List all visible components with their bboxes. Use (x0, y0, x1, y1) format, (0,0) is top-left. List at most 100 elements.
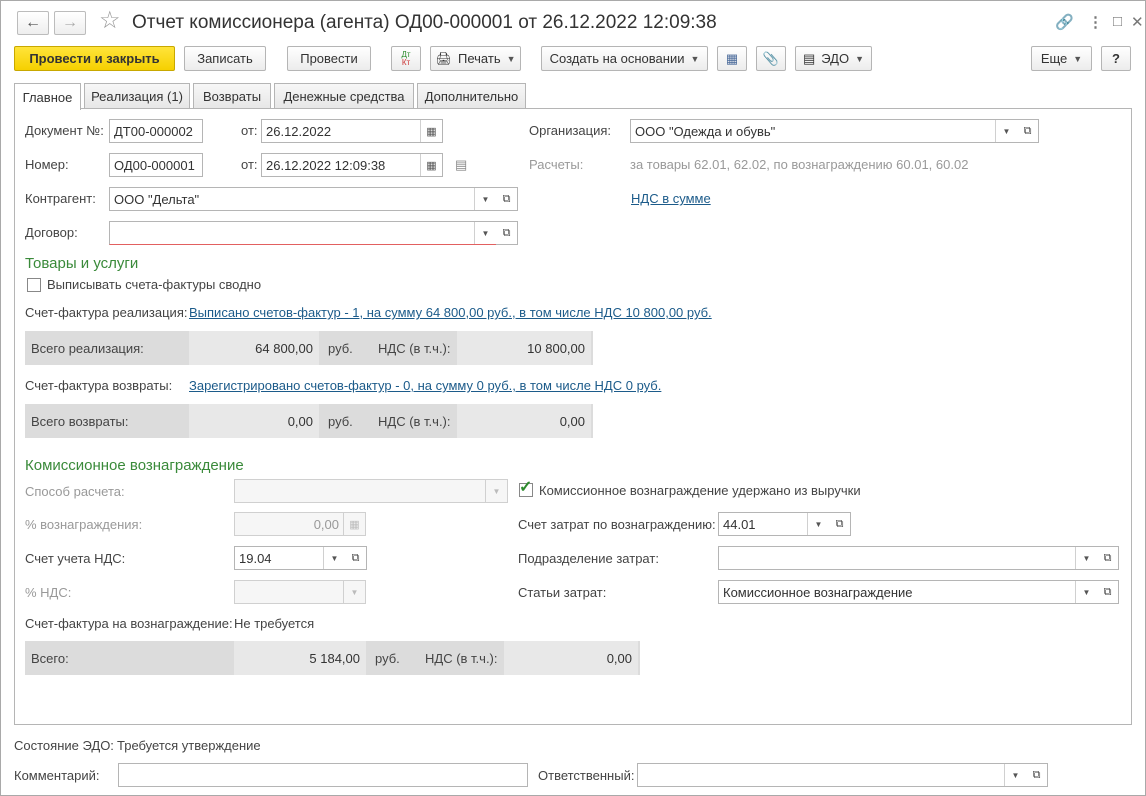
calendar-icon[interactable]: ▦ (420, 154, 442, 176)
post-and-close-button[interactable]: Провести и закрыть (14, 46, 175, 71)
tab-main[interactable]: Главное (14, 83, 81, 110)
checkmark-icon: ✓ (519, 479, 533, 496)
summary-invoice-label: Выписывать счета-фактуры сводно (47, 277, 262, 292)
commission-vat-value: 0,00 (504, 641, 638, 675)
number-date-value: 26.12.2022 12:09:38 (266, 158, 386, 173)
number-field[interactable]: ОД00-000001 (109, 153, 203, 177)
total-returns-value: 0,00 (189, 404, 319, 438)
open-icon: ⧉ (1103, 585, 1112, 598)
document-window: ← → ☆ Отчет комиссионера (агента) ОД00-0… (0, 0, 1146, 796)
commission-section-title: Комиссионное вознаграждение (25, 457, 244, 474)
arrow-right-icon: → (62, 14, 78, 31)
chevron-down-icon: ▼ (506, 53, 516, 64)
comment-field[interactable] (118, 763, 528, 787)
chevron-down-icon[interactable]: ▼ (1075, 581, 1097, 603)
doc-date-label: от: (241, 123, 258, 138)
invoice-returns-link[interactable]: Зарегистрировано счетов-фактур - 0, на с… (189, 378, 661, 393)
cost-account-label: Счет затрат по вознаграждению: (518, 517, 716, 532)
favorite-star-icon[interactable]: ☆ (99, 9, 121, 33)
invoice-sales-link[interactable]: Выписано счетов-фактур - 1, на сумму 64 … (189, 305, 712, 320)
main-panel: Документ №: ДТ00-000002 от: 26.12.2022 ▦… (14, 108, 1132, 725)
more-label: Еще (1040, 51, 1068, 66)
open-org-button[interactable]: ⧉ (1017, 119, 1039, 143)
tab-returns[interactable]: Возвраты (193, 83, 271, 109)
chevron-down-icon[interactable]: ▼ (1075, 547, 1097, 569)
responsible-field[interactable]: ▼ (637, 763, 1027, 787)
calendar-icon[interactable]: ▦ (420, 120, 442, 142)
responsible-label: Ответственный: (538, 768, 635, 783)
commission-total-value: 5 184,00 (234, 641, 366, 675)
chevron-down-icon[interactable]: ▼ (807, 513, 829, 535)
chevron-down-icon[interactable]: ▼ (474, 188, 496, 210)
returns-rub-label: руб. (328, 414, 353, 429)
history-icon[interactable]: ▤ (455, 157, 467, 173)
org-value: ООО "Одежда и обувь" (635, 124, 776, 139)
save-button[interactable]: Записать (184, 46, 266, 71)
chevron-down-icon[interactable]: ▼ (1004, 764, 1026, 786)
dtkt-button[interactable]: Дт Кт (391, 46, 421, 71)
cost-account-field[interactable]: 44.01 ▼ (718, 512, 830, 536)
counterparty-label: Контрагент: (25, 191, 96, 206)
returns-vat-value: 0,00 (457, 404, 591, 438)
open-counterparty-button[interactable]: ⧉ (496, 187, 518, 211)
doc-date-field[interactable]: 26.12.2022 ▦ (261, 119, 443, 143)
tab-additional[interactable]: Дополнительно (417, 83, 526, 109)
percent-field: 0,00 ▦ (234, 512, 366, 536)
open-cost-items-button[interactable]: ⧉ (1097, 580, 1119, 604)
comment-label: Комментарий: (14, 768, 100, 783)
chevron-down-icon[interactable]: ▼ (995, 120, 1017, 142)
sales-vat-label: НДС (в т.ч.): (378, 341, 451, 356)
doc-no-field[interactable]: ДТ00-000002 (109, 119, 203, 143)
number-date-field[interactable]: 26.12.2022 12:09:38 ▦ (261, 153, 443, 177)
chevron-down-icon[interactable]: ▼ (474, 222, 496, 244)
open-cost-account-button[interactable]: ⧉ (829, 512, 851, 536)
chevron-down-icon[interactable]: ▼ (323, 547, 345, 569)
percent-label: % вознаграждения: (25, 517, 143, 532)
tab-cash[interactable]: Денежные средства (274, 83, 414, 109)
sales-vat-value: 10 800,00 (457, 331, 591, 365)
edo-state-value: Требуется утверждение (117, 738, 261, 753)
open-cost-dept-button[interactable]: ⧉ (1097, 546, 1119, 570)
close-icon[interactable]: ✕ (1131, 13, 1144, 31)
method-field: ▼ (234, 479, 508, 503)
contract-field[interactable]: ▼ (109, 221, 497, 245)
org-field[interactable]: ООО "Одежда и обувь" ▼ (630, 119, 1018, 143)
commission-invoice-value: Не требуется (234, 616, 315, 631)
open-responsible-button[interactable]: ⧉ (1026, 763, 1048, 787)
summary-invoice-checkbox[interactable] (27, 278, 41, 292)
create-based-label: Создать на основании (549, 51, 685, 66)
total-returns-label: Всего возвраты: (31, 414, 129, 429)
more-vertical-icon[interactable]: ⋮ (1088, 13, 1103, 31)
attach-button[interactable]: 📎 (756, 46, 786, 71)
print-button[interactable]: 🖨 Печать ▼ (430, 46, 521, 71)
forward-button[interactable]: → (54, 11, 86, 35)
edo-state-label: Состояние ЭДО: (14, 738, 114, 753)
back-button[interactable]: ← (17, 11, 49, 35)
returns-vat-label: НДС (в т.ч.): (378, 414, 451, 429)
maximize-icon[interactable]: □ (1113, 13, 1122, 30)
link-icon[interactable]: 🔗 (1055, 13, 1074, 31)
calculator-icon: ▦ (343, 513, 365, 535)
edo-icon: ▤ (802, 50, 816, 66)
chevron-down-icon: ▼ (343, 581, 365, 603)
goods-section-title: Товары и услуги (25, 255, 139, 272)
doc-no-label: Документ №: (25, 123, 104, 138)
vat-account-field[interactable]: 19.04 ▼ (234, 546, 346, 570)
settlements-value[interactable]: за товары 62.01, 62.02, по вознаграждени… (630, 157, 968, 172)
vat-in-sum-link[interactable]: НДС в сумме (631, 191, 711, 206)
chevron-down-icon: ▼ (1073, 53, 1083, 64)
create-based-button[interactable]: Создать на основании ▼ (541, 46, 708, 71)
total-sales-value: 64 800,00 (189, 331, 319, 365)
cost-items-label: Статьи затрат: (518, 585, 607, 600)
open-vat-account-button[interactable]: ⧉ (345, 546, 367, 570)
more-button[interactable]: Еще ▼ (1031, 46, 1092, 71)
tab-sales[interactable]: Реализация (1) (84, 83, 190, 109)
structure-button[interactable]: ▦ (717, 46, 747, 71)
edo-button[interactable]: ▤ ЭДО ▼ (795, 46, 872, 71)
counterparty-field[interactable]: ООО "Дельта" ▼ (109, 187, 497, 211)
help-button[interactable]: ? (1101, 46, 1131, 71)
open-contract-button[interactable]: ⧉ (496, 221, 518, 245)
cost-items-field[interactable]: Комиссионное вознаграждение ▼ (718, 580, 1098, 604)
cost-dept-field[interactable]: ▼ (718, 546, 1098, 570)
post-button[interactable]: Провести (287, 46, 371, 71)
